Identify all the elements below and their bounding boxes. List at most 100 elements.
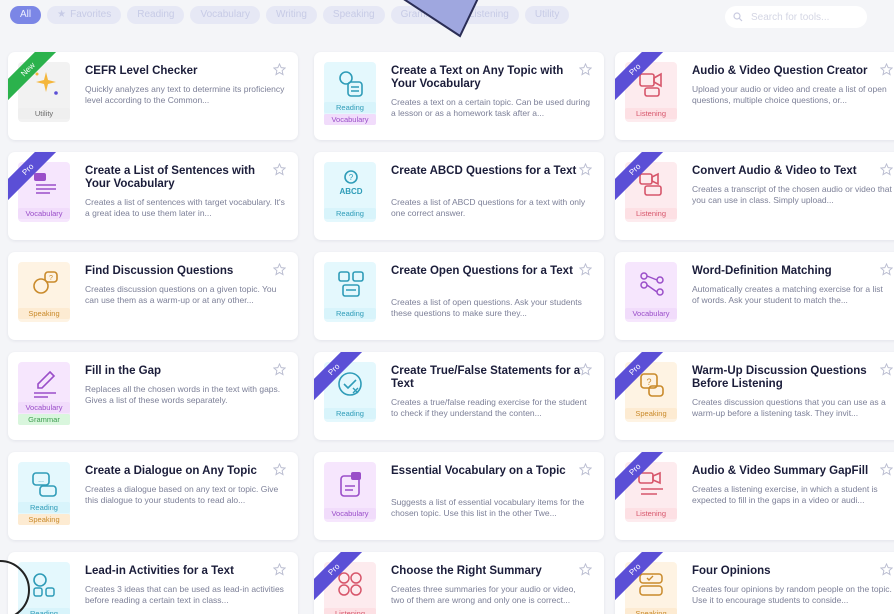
lightbulb-text-icon [339,71,363,97]
tool-title[interactable]: Create ABCD Questions for a Text [391,165,581,178]
tool-card[interactable]: Vocabulary Essential Vocabulary on a Topi… [314,452,604,540]
svg-text:?: ? [349,173,354,182]
svg-text:ABCD: ABCD [339,187,362,196]
tool-card[interactable]: Utility CEFR Level Checker Quickly analyze… [8,52,298,140]
favorite-star-icon[interactable] [879,262,894,281]
favorite-star-icon[interactable] [272,262,287,281]
tool-title[interactable]: Find Discussion Questions [85,265,275,278]
tool-title[interactable]: Audio & Video Summary GapFill [692,465,882,478]
tool-card[interactable]: Vocabulary Grammar Fill in the Gap Replaces… [8,352,298,440]
favorite-star-icon[interactable] [879,362,894,381]
filter-favorites[interactable]: ★ Favorites [47,6,122,24]
tool-description: Replaces all the chosen words in the tex… [85,384,281,405]
tool-title[interactable]: Four Opinions [692,565,882,578]
category-tag: Reading [18,502,70,513]
tool-card[interactable]: ... Reading Speaking Create a Dialogue on A… [8,452,298,540]
search-box[interactable]: Search for tools... [725,6,867,28]
tool-card[interactable]: ? Speaking Warm-Up Discussion Questions Be… [615,352,894,440]
discussion-icon: ? [33,271,58,294]
favorite-star-icon[interactable] [578,462,593,481]
tool-title[interactable]: Fill in the Gap [85,365,275,378]
favorite-star-icon[interactable] [272,562,287,581]
tool-card[interactable]: Reading Create True/False Statements for … [314,352,604,440]
favorite-star-icon[interactable] [879,462,894,481]
tool-card[interactable]: Reading Create Open Questions for a Text C… [314,252,604,340]
category-tag: Listening [324,608,376,614]
favorite-star-icon[interactable] [272,462,287,481]
category-tag: Vocabulary [18,402,70,413]
favorite-star-icon[interactable] [879,162,894,181]
tool-title[interactable]: Convert Audio & Video to Text [692,165,882,178]
category-tag: Speaking [625,408,677,419]
favorite-star-icon[interactable] [272,362,287,381]
favorite-star-icon[interactable] [578,362,593,381]
tool-description: Creates a list of sentences with target … [85,197,285,218]
filter-reading[interactable]: Reading [127,6,185,24]
tool-title[interactable]: CEFR Level Checker [85,65,275,78]
tool-card[interactable]: Reading Lead-in Activities for a Text Crea… [8,552,298,614]
filter-label: Vocabulary [200,9,250,20]
tool-title[interactable]: Create True/False Statements for a Text [391,365,581,391]
category-tag: Vocabulary [18,208,70,219]
filter-label: All [20,9,32,20]
tool-card[interactable]: Reading Vocabulary Create a Text on Any To… [314,52,604,140]
tool-card[interactable]: Listening Audio & Video Summary GapFill Cr… [615,452,894,540]
favorite-star-icon[interactable] [879,62,894,81]
favorite-star-icon[interactable] [272,162,287,181]
favorite-star-icon[interactable] [578,162,593,181]
dialogue-icon: ... [32,472,57,497]
category-tag: Listening [625,208,677,219]
tool-thumbnail: ... [18,462,70,522]
tool-title[interactable]: Create a Text on Any Topic with Your Voc… [391,65,581,91]
tool-card[interactable]: Listening Choose the Right Summary Creates… [314,552,604,614]
tool-title[interactable]: Audio & Video Question Creator [692,65,882,78]
favorite-star-icon[interactable] [879,562,894,581]
tool-description: Automatically creates a matching exercis… [692,284,883,305]
tool-description: Creates 3 ideas that can be used as lead… [85,584,284,605]
tool-description: Creates a dialogue based on any text or … [85,484,279,505]
tool-card[interactable]: ? Speaking Find Discussion Questions Create… [8,252,298,340]
svg-text:?: ? [49,275,53,282]
tool-description: Creates discussion questions that you ca… [692,397,886,418]
category-tag: Speaking [625,608,677,614]
filter-all[interactable]: All [10,6,42,24]
tool-description: Creates a text on a certain topic. Can b… [391,97,590,118]
tool-card[interactable]: ? ABCD Reading Create ABCD Questions for a … [314,152,604,240]
tool-thumbnail [324,62,376,122]
filter-speaking[interactable]: Speaking [322,6,385,24]
tool-thumbnail [18,362,70,422]
tool-title[interactable]: Create Open Questions for a Text [391,265,581,278]
tool-title[interactable]: Choose the Right Summary [391,565,581,578]
favorite-star-icon[interactable] [578,262,593,281]
filter-vocabulary[interactable]: Vocabulary [190,6,260,24]
tool-title[interactable]: Lead-in Activities for a Text [85,565,275,578]
tool-description: Suggests a list of essential vocabulary … [391,497,585,518]
tool-description: Creates a transcript of the chosen audio… [692,184,892,205]
tool-description: Creates a list of ABCD questions for a t… [391,197,586,218]
tool-title[interactable]: Create a List of Sentences with Your Voc… [85,165,275,191]
tool-title[interactable]: Warm-Up Discussion Questions Before List… [692,365,882,391]
category-tag: Reading [324,408,376,419]
filter-label: Favorites [70,9,112,20]
tool-card[interactable]: Listening Convert Audio & Video to Text Cr… [615,152,894,240]
tool-title[interactable]: Essential Vocabulary on a Topic [391,465,581,478]
tool-card[interactable]: Vocabulary Word-Definition Matching Automa… [615,252,894,340]
svg-text:...: ... [38,477,44,484]
category-tag: Vocabulary [324,508,376,519]
tool-title[interactable]: Word-Definition Matching [692,265,882,278]
favorite-star-icon[interactable] [578,62,593,81]
tool-card[interactable]: Listening Audio & Video Question Creator U… [615,52,894,140]
filter-writing[interactable]: Writing [265,6,317,24]
tool-description: Creates four opinions by random people o… [692,584,892,605]
filter-label: Utility [534,9,560,20]
pencil-gap-icon [34,370,56,398]
tool-title[interactable]: Create a Dialogue on Any Topic [85,465,275,478]
lead-in-icon [33,573,55,597]
favorite-star-icon[interactable] [272,62,287,81]
category-tag: Speaking [18,308,70,319]
tool-card[interactable]: Vocabulary Create a List of Sentences wit… [8,152,298,240]
tool-description: Quickly analyzes any text to determine i… [85,84,285,105]
tool-card[interactable]: Speaking Four Opinions Creates four opinio… [615,552,894,614]
favorite-star-icon[interactable] [578,562,593,581]
filter-utility[interactable]: Utility [524,6,570,24]
